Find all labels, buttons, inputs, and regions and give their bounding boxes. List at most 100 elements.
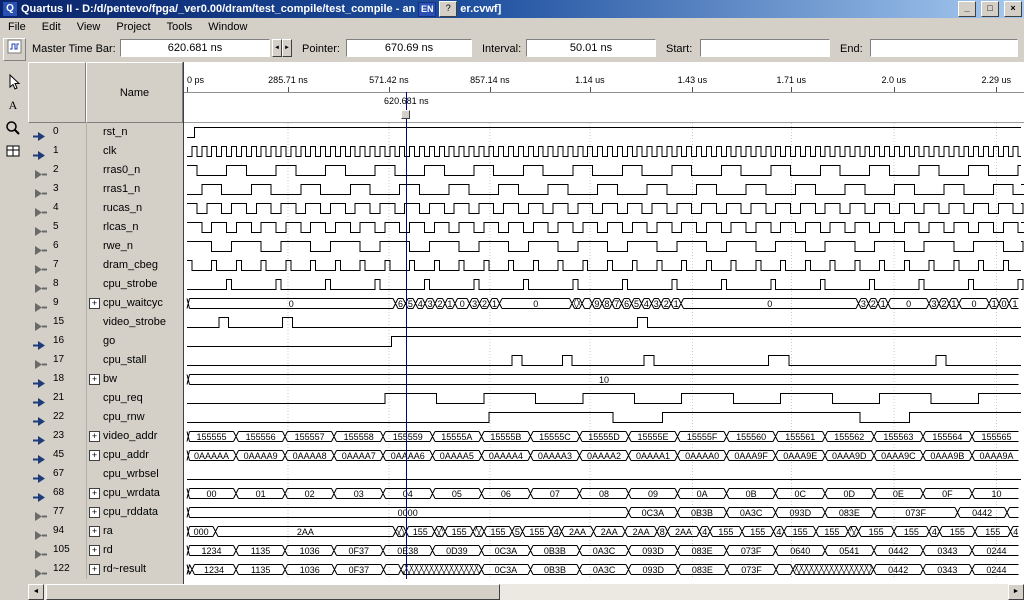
signal-row-rras0_n[interactable]: 2rras0_n <box>28 161 183 180</box>
expand-icon[interactable]: + <box>89 450 100 461</box>
svg-text:155: 155 <box>413 527 428 537</box>
signal-number: 105 <box>53 544 70 555</box>
menu-item-project[interactable]: Project <box>108 19 158 35</box>
svg-text:1: 1 <box>447 299 452 309</box>
svg-text:8: 8 <box>660 527 665 537</box>
spin-left-button[interactable]: ◄ <box>272 39 282 57</box>
waveform-canvas[interactable]: 0654321032109876543210321032101011015555… <box>184 123 1024 584</box>
master-time-handle[interactable] <box>401 110 410 119</box>
signal-row-cpu_addr[interactable]: 45+cpu_addr <box>28 446 183 465</box>
signal-row-cpu_strobe[interactable]: 8cpu_strobe <box>28 275 183 294</box>
signal-number: 23 <box>53 430 64 441</box>
signal-name: cpu_waitcyc <box>103 297 163 309</box>
scrollbar-thumb[interactable] <box>46 584 500 600</box>
expand-icon[interactable]: + <box>89 488 100 499</box>
svg-text:15555C: 15555C <box>539 432 571 442</box>
signal-row-cpu_stall[interactable]: 17cpu_stall <box>28 351 183 370</box>
start-label: Start: <box>666 43 692 55</box>
signal-number: 68 <box>53 487 64 498</box>
zoom-tool-button[interactable] <box>2 117 24 139</box>
svg-text:0AAAA8: 0AAAA8 <box>293 451 327 461</box>
menu-item-file[interactable]: File <box>0 19 34 35</box>
maximize-button[interactable]: □ <box>981 1 999 17</box>
expand-icon[interactable]: + <box>89 545 100 556</box>
menu-item-tools[interactable]: Tools <box>159 19 201 35</box>
svg-text:1036: 1036 <box>300 565 320 575</box>
svg-text:0B: 0B <box>746 489 757 499</box>
close-button[interactable]: × <box>1004 1 1022 17</box>
menu-item-window[interactable]: Window <box>200 19 255 35</box>
svg-text:01: 01 <box>256 489 266 499</box>
signal-row-cpu_req[interactable]: 21cpu_req <box>28 389 183 408</box>
window-title-suffix: er.cvwf] <box>460 3 501 15</box>
expand-icon[interactable]: + <box>89 507 100 518</box>
expand-icon[interactable]: + <box>89 374 100 385</box>
signal-number: 2 <box>53 164 59 175</box>
svg-text:2: 2 <box>664 299 669 309</box>
scroll-right-button[interactable]: ► <box>1008 584 1024 600</box>
signal-row-video_strobe[interactable]: 15video_strobe <box>28 313 183 332</box>
svg-text:0343: 0343 <box>937 565 957 575</box>
timeline-tick-label: 0 ps <box>187 75 204 85</box>
svg-text:0A: 0A <box>697 489 708 499</box>
signal-row-rwe_n[interactable]: 6rwe_n <box>28 237 183 256</box>
master-time-field[interactable]: 620.681 ns <box>120 39 270 57</box>
selection-tool-button[interactable] <box>2 71 24 93</box>
expand-icon[interactable]: + <box>89 564 100 575</box>
view-tool-button[interactable] <box>2 140 24 162</box>
signal-row-cpu_rnw[interactable]: 22cpu_rnw <box>28 408 183 427</box>
svg-text:0244: 0244 <box>986 546 1006 556</box>
signal-row-cpu_wrbsel[interactable]: 67cpu_wrbsel <box>28 465 183 484</box>
signal-row-rst_n[interactable]: 0rst_n <box>28 123 183 142</box>
horizontal-scrollbar[interactable]: ◄ ► <box>0 584 1024 600</box>
signal-row-dram_cbeg[interactable]: 7dram_cbeg <box>28 256 183 275</box>
language-indicator[interactable]: EN <box>418 2 436 17</box>
expand-icon[interactable]: + <box>89 431 100 442</box>
signal-row-clk[interactable]: 1clk <box>28 142 183 161</box>
spin-right-button[interactable]: ► <box>282 39 292 57</box>
svg-text:155: 155 <box>985 527 1000 537</box>
waveform-editor-button[interactable] <box>3 38 26 61</box>
svg-text:083E: 083E <box>692 565 713 575</box>
svg-text:3: 3 <box>472 299 477 309</box>
expand-icon[interactable]: + <box>89 526 100 537</box>
svg-text:073F: 073F <box>741 546 762 556</box>
svg-text:155563: 155563 <box>883 432 913 442</box>
signal-row-rlcas_n[interactable]: 5rlcas_n <box>28 218 183 237</box>
time-toolbar: Master Time Bar: 620.681 ns ◄ ► Pointer:… <box>0 36 1024 62</box>
text-tool-button[interactable]: A <box>2 94 24 116</box>
minimize-button[interactable]: _ <box>958 1 976 17</box>
signal-row-cpu_rddata[interactable]: 77+cpu_rddata <box>28 503 183 522</box>
signal-row-rd~result[interactable]: 122+rd~result <box>28 560 183 579</box>
svg-text:155561: 155561 <box>785 432 815 442</box>
menu-bar: File Edit View Project Tools Window <box>0 18 1024 36</box>
menu-item-edit[interactable]: Edit <box>34 19 69 35</box>
svg-text:2: 2 <box>941 299 946 309</box>
svg-text:8: 8 <box>604 299 609 309</box>
signal-row-ra[interactable]: 94+ra <box>28 522 183 541</box>
signal-row-rucas_n[interactable]: 4rucas_n <box>28 199 183 218</box>
svg-text:2AA: 2AA <box>675 527 692 537</box>
svg-text:1: 1 <box>674 299 679 309</box>
waveform-tool-palette: A <box>0 62 28 584</box>
svg-text:000: 000 <box>194 527 209 537</box>
menu-item-view[interactable]: View <box>69 19 109 35</box>
signal-row-rd[interactable]: 105+rd <box>28 541 183 560</box>
svg-text:0442: 0442 <box>972 508 992 518</box>
signal-row-rras1_n[interactable]: 3rras1_n <box>28 180 183 199</box>
signal-row-cpu_wrdata[interactable]: 68+cpu_wrdata <box>28 484 183 503</box>
svg-text:00: 00 <box>207 489 217 499</box>
signal-row-go[interactable]: 16go <box>28 332 183 351</box>
signal-row-cpu_waitcyc[interactable]: 9+cpu_waitcyc <box>28 294 183 313</box>
name-column-header: Name <box>86 62 183 123</box>
start-field <box>700 39 830 57</box>
signal-row-video_addr[interactable]: 23+video_addr <box>28 427 183 446</box>
svg-text:093D: 093D <box>643 565 665 575</box>
svg-text:0E38: 0E38 <box>397 546 418 556</box>
svg-text:2: 2 <box>871 299 876 309</box>
signal-row-bw[interactable]: 18+bw <box>28 370 183 389</box>
scroll-left-button[interactable]: ◄ <box>28 584 44 600</box>
expand-icon[interactable]: + <box>89 298 100 309</box>
signal-name: rucas_n <box>103 202 142 214</box>
help-button[interactable]: ? <box>439 1 457 17</box>
